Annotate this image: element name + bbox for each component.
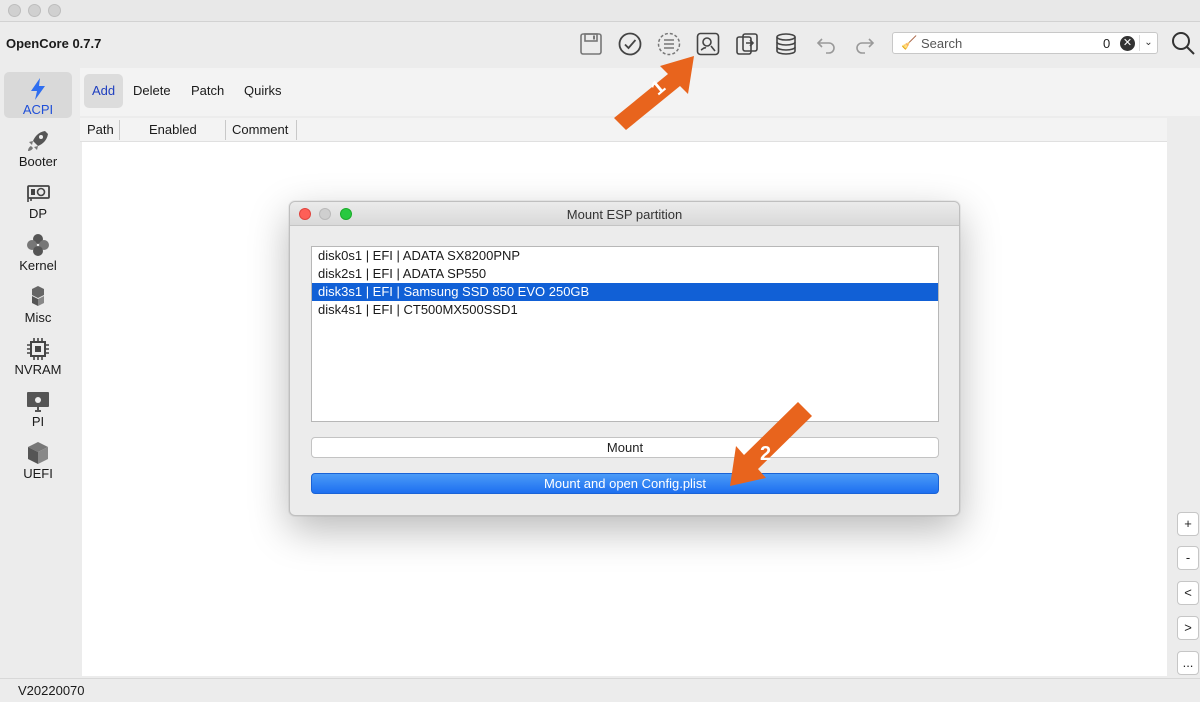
mount-esp-dialog: Mount ESP partition disk0s1 | EFI | ADAT… — [289, 201, 960, 516]
partition-row[interactable]: disk2s1 | EFI | ADATA SP550 — [312, 265, 938, 283]
cubes-icon — [32, 286, 44, 306]
add-row-button[interactable]: + — [1177, 512, 1199, 536]
window-zoom-button[interactable] — [48, 4, 61, 17]
app-title: OpenCore 0.7.7 — [6, 36, 102, 51]
magnifier-icon[interactable] — [1170, 30, 1196, 56]
rocket-icon — [28, 131, 48, 151]
search-result-count: 0 — [1103, 36, 1111, 51]
broom-icon[interactable]: 🧹 — [901, 35, 917, 51]
more-button[interactable]: ... — [1177, 651, 1199, 675]
sidebar-item-nvram[interactable]: NVRAM — [4, 332, 72, 378]
partition-row-selected[interactable]: disk3s1 | EFI | Samsung SSD 850 EVO 250G… — [312, 283, 938, 301]
toolbar: OpenCore 0.7.7 🧹 Search 0 ✕ ⌄ — [0, 22, 1200, 68]
next-button[interactable]: > — [1177, 616, 1199, 640]
sidebar-item-uefi[interactable]: UEFI — [4, 436, 72, 482]
lightning-icon — [31, 78, 45, 100]
prev-button[interactable]: < — [1177, 581, 1199, 605]
mount-button[interactable]: Mount — [311, 437, 939, 458]
graphics-card-icon — [27, 185, 50, 202]
sidebar: ACPI Booter DP Kernel Misc NVRAM PI UEFI — [0, 68, 76, 678]
sidebar-item-dp[interactable]: DP — [4, 176, 72, 222]
tab-delete[interactable]: Delete — [125, 74, 179, 108]
partition-list[interactable]: disk0s1 | EFI | ADATA SX8200PNP disk2s1 … — [311, 246, 939, 422]
dialog-title: Mount ESP partition — [566, 207, 683, 222]
sidebar-item-misc[interactable]: Misc — [4, 280, 72, 326]
sidebar-item-acpi[interactable]: ACPI — [4, 72, 72, 118]
search-box[interactable]: 🧹 Search 0 ✕ ⌄ — [892, 32, 1158, 54]
sidebar-item-kernel[interactable]: Kernel — [4, 228, 72, 274]
redo-icon[interactable] — [851, 30, 879, 58]
window-minimize-button[interactable] — [28, 4, 41, 17]
column-enabled[interactable]: Enabled — [149, 122, 197, 137]
mount-and-open-button[interactable]: Mount and open Config.plist — [311, 473, 939, 494]
window-close-button[interactable] — [8, 4, 21, 17]
chip-icon — [27, 338, 49, 360]
box-icon — [28, 442, 48, 464]
apple-monitor-icon — [27, 392, 49, 412]
status-bar: V20220070 — [0, 678, 1200, 702]
save-icon[interactable] — [577, 30, 605, 58]
sidebar-item-pi[interactable]: PI — [4, 384, 72, 430]
remove-row-button[interactable]: - — [1177, 546, 1199, 570]
window-titlebar — [0, 0, 1200, 22]
annotation-label-2: 2 — [760, 443, 771, 465]
search-input[interactable]: Search — [921, 36, 962, 51]
annotation-arrow-1: 1 — [614, 56, 694, 130]
sidebar-item-booter[interactable]: Booter — [4, 124, 72, 170]
database-icon[interactable] — [772, 30, 800, 58]
version-label: V20220070 — [18, 683, 85, 698]
undo-icon[interactable] — [812, 30, 840, 58]
annotation-arrow-2: 2 — [730, 402, 812, 486]
tab-patch[interactable]: Patch — [183, 74, 232, 108]
kernel-icon — [27, 234, 49, 256]
column-path[interactable]: Path — [87, 122, 114, 137]
tab-add[interactable]: Add — [84, 74, 124, 108]
dialog-titlebar: Mount ESP partition — [290, 202, 959, 226]
clear-search-icon[interactable]: ✕ — [1120, 36, 1135, 51]
search-dropdown-icon[interactable]: ⌄ — [1139, 35, 1157, 51]
convert-icon[interactable] — [733, 30, 761, 58]
partition-row[interactable]: disk0s1 | EFI | ADATA SX8200PNP — [312, 247, 938, 265]
mount-esp-icon[interactable] — [694, 30, 722, 58]
column-comment[interactable]: Comment — [232, 122, 288, 137]
partition-row[interactable]: disk4s1 | EFI | CT500MX500SSD1 — [312, 301, 938, 319]
tab-quirks[interactable]: Quirks — [236, 74, 290, 108]
